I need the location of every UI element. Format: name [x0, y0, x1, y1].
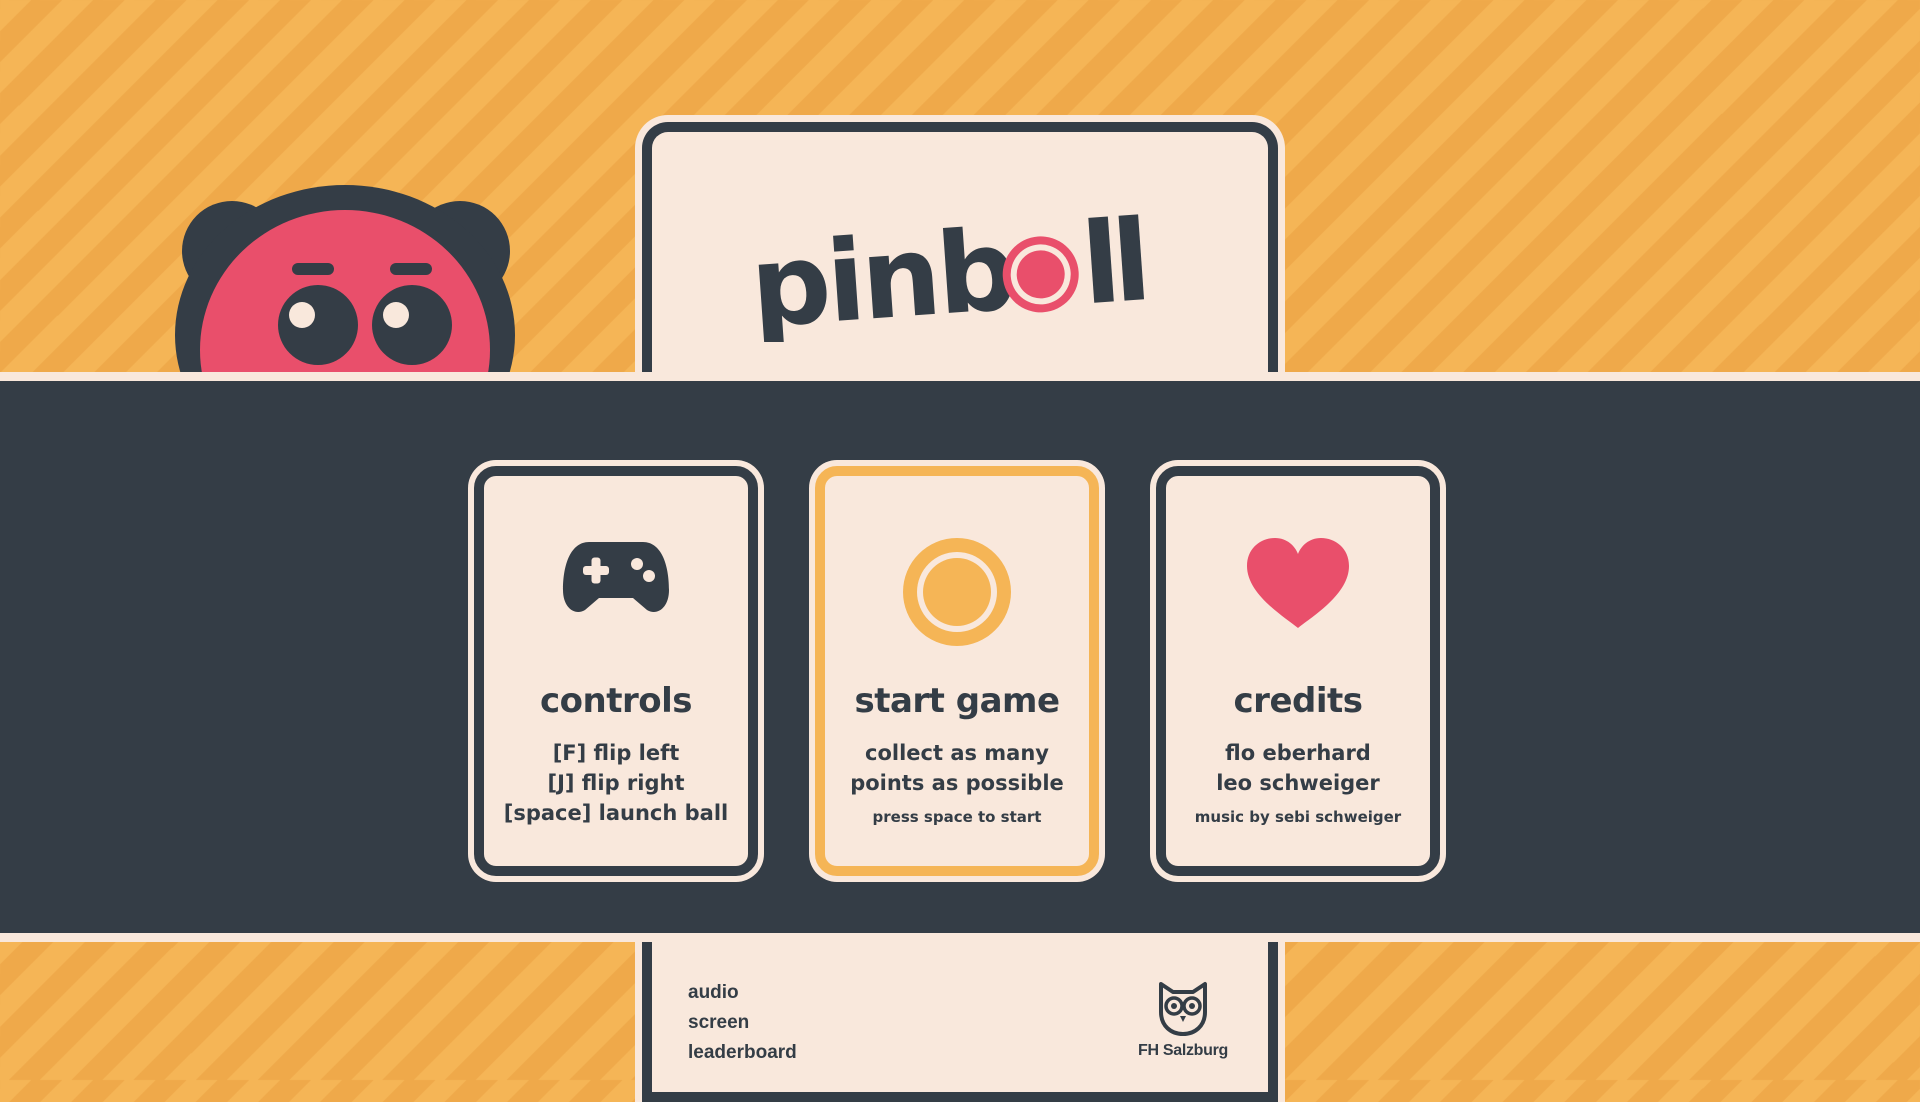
start-game-card[interactable]: start game collect as many points as pos…	[815, 466, 1099, 876]
credits-line: flo eberhard	[1225, 741, 1371, 765]
university-logo: FH Salzburg	[1128, 978, 1238, 1060]
heart-icon	[1166, 536, 1430, 646]
card-title: start game	[854, 681, 1060, 721]
controls-line: [F] flip left	[552, 741, 680, 765]
credits-card[interactable]: credits flo eberhard leo schweiger music…	[1156, 466, 1440, 876]
credits-music: music by sebi schweiger	[1194, 808, 1402, 826]
gamepad-icon	[484, 536, 748, 646]
credits-line: leo schweiger	[1216, 771, 1380, 795]
menu-item-audio[interactable]: audio	[688, 978, 797, 1008]
controls-line: [J] flip right	[547, 771, 685, 795]
settings-menu: audio screen leaderboard	[688, 978, 797, 1068]
menu-item-leaderboard[interactable]: leaderboard	[688, 1038, 797, 1068]
game-logo: pinb ll	[652, 192, 1268, 342]
owl-logo-icon	[1159, 982, 1207, 1036]
university-name: FH Salzburg	[1137, 1042, 1229, 1059]
footer-panel: audio screen leaderboard FH Salzburg	[642, 942, 1278, 1102]
controls-card[interactable]: controls [F] flip left [J] flip right [s…	[474, 466, 758, 876]
logo-text-end: ll	[1078, 196, 1148, 330]
controls-line: [space] launch ball	[503, 801, 729, 825]
card-title: controls	[540, 681, 693, 721]
start-line: points as possible	[850, 771, 1064, 795]
coin-icon	[825, 536, 1089, 646]
menu-item-screen[interactable]: screen	[688, 1008, 797, 1038]
logo-panel: pinb ll	[642, 122, 1278, 402]
logo-text-start: pinb	[750, 205, 1017, 342]
start-line: collect as many	[865, 741, 1049, 765]
start-hint: press space to start	[872, 808, 1042, 826]
card-title: credits	[1233, 681, 1363, 721]
